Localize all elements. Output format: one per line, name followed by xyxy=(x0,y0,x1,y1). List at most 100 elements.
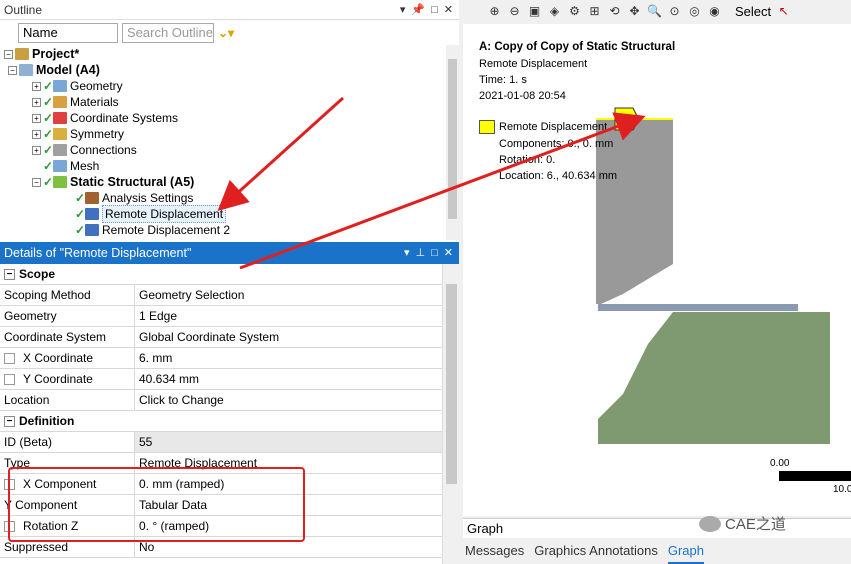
legend-swatch xyxy=(479,120,495,134)
tree-item[interactable]: + ✓ Symmetry xyxy=(32,126,124,142)
tree-node-icon xyxy=(53,96,67,108)
details-key: Location xyxy=(4,393,50,407)
details-row[interactable]: Geometry 1 Edge xyxy=(0,306,442,327)
status-check-icon: ✓ xyxy=(75,207,86,221)
expand-icon[interactable]: + xyxy=(32,97,41,107)
tree-node-icon xyxy=(15,48,29,60)
tab-messages[interactable]: Messages xyxy=(465,540,524,564)
details-scrollbar[interactable] xyxy=(442,264,459,564)
close-icon[interactable]: ✕ xyxy=(444,243,453,263)
red-highlight-box xyxy=(8,467,305,542)
tree-item[interactable]: ✓ Analysis Settings xyxy=(64,190,193,206)
pan-icon[interactable]: ✥ xyxy=(627,4,642,19)
pin-icon[interactable]: 📌 xyxy=(411,0,425,20)
details-row[interactable]: Coordinate System Global Coordinate Syste… xyxy=(0,327,442,348)
expand-icon[interactable]: + xyxy=(32,145,41,155)
details-row[interactable]: ID (Beta) 55 xyxy=(0,432,442,453)
graphics-viewport[interactable]: A: Copy of Copy of Static Structural Rem… xyxy=(463,24,851,516)
tree-item[interactable]: ✓ Mesh xyxy=(32,158,99,174)
legend-rotation: Rotation: 0. xyxy=(499,154,556,166)
search-outline-input[interactable]: Search Outline xyxy=(122,23,214,43)
tree-item-label: Static Structural (A5) xyxy=(70,175,195,189)
outline-tree: − Project* − Model (A4) + ✓ Geometry + ✓ Material… xyxy=(0,45,446,240)
status-check-icon: ✓ xyxy=(43,111,54,125)
tree-item[interactable]: + ✓ Materials xyxy=(32,94,119,110)
isometric-view-icon[interactable]: ▣ xyxy=(527,4,542,19)
name-combo[interactable]: Name xyxy=(18,23,118,43)
collapse-icon[interactable]: − xyxy=(4,268,15,280)
details-row[interactable]: Scoping Method Geometry Selection xyxy=(0,285,442,306)
status-check-icon: ✓ xyxy=(43,79,54,93)
details-row[interactable]: Location Click to Change xyxy=(0,390,442,411)
status-check-icon: ✓ xyxy=(43,159,54,173)
zoom-in-icon[interactable]: ⊕ xyxy=(487,4,502,19)
tree-item[interactable]: + ✓ Connections xyxy=(32,142,137,158)
wechat-icon xyxy=(699,515,721,532)
details-value[interactable]: 1 Edge xyxy=(135,306,442,326)
scale-min-label: 0.00 xyxy=(770,458,790,469)
select-label[interactable]: Select xyxy=(735,4,771,19)
tree-node-icon xyxy=(85,224,99,236)
zoom-fit-icon[interactable]: ◎ xyxy=(687,4,702,19)
right-pane: ⊕ ⊖ ▣ ◈ ⚙ ⊞ ⟲ ✥ 🔍 ⊙ ◎ ◉ Select ↖ A: Copy… xyxy=(459,0,851,564)
parameter-checkbox[interactable] xyxy=(4,373,15,385)
cube-icon[interactable]: ◈ xyxy=(547,4,562,19)
zoom-out-icon[interactable]: ⊖ xyxy=(507,4,522,19)
details-group-header[interactable]: − Scope xyxy=(0,264,442,285)
parameter-checkbox[interactable] xyxy=(4,352,15,364)
details-key: ID (Beta) xyxy=(4,435,53,449)
tree-item[interactable]: ✓ Remote Displacement xyxy=(64,205,227,223)
model-geometry xyxy=(596,107,830,444)
outline-title-bar: Outline ▾ 📌 □ ✕ xyxy=(0,0,459,20)
outline-scrollbar[interactable] xyxy=(446,45,459,240)
expand-icon[interactable]: + xyxy=(32,129,41,139)
details-value[interactable]: Geometry Selection xyxy=(135,285,442,305)
status-check-icon: ✓ xyxy=(43,143,54,157)
tree-item[interactable]: + ✓ Geometry xyxy=(32,78,123,94)
details-value[interactable]: 55 xyxy=(135,432,442,452)
collapse-icon[interactable]: − xyxy=(4,415,15,427)
zoom-icon[interactable]: 🔍 xyxy=(647,4,662,19)
collapse-icon[interactable]: − xyxy=(32,177,41,187)
tree-item[interactable]: + ✓ Coordinate Systems xyxy=(32,110,178,126)
tab-graph[interactable]: Graph xyxy=(667,540,704,564)
tree-item[interactable]: − ✓ Static Structural (A5) xyxy=(32,174,194,190)
frame-icon[interactable]: ⊞ xyxy=(587,4,602,19)
magnifier-icon[interactable]: ◉ xyxy=(707,4,722,19)
tree-item[interactable]: − Project* xyxy=(4,46,79,62)
details-group-header[interactable]: − Definition xyxy=(0,411,442,432)
status-check-icon: ✓ xyxy=(75,223,86,237)
expand-icon[interactable]: + xyxy=(32,81,41,91)
tree-item-label: Coordinate Systems xyxy=(70,111,179,125)
details-row[interactable]: Y Coordinate 40.634 mm xyxy=(0,369,442,390)
status-check-icon: ✓ xyxy=(43,95,54,109)
maximize-icon[interactable]: □ xyxy=(431,243,438,263)
details-value[interactable]: 40.634 mm xyxy=(135,369,442,389)
collapse-icon[interactable]: − xyxy=(8,65,17,75)
pin-icon[interactable]: ⊥ xyxy=(416,243,426,263)
details-value[interactable]: 6. mm xyxy=(135,348,442,368)
collapse-icon[interactable]: − xyxy=(4,49,13,59)
tab-graphics-annotations[interactable]: Graphics Annotations xyxy=(534,540,658,564)
close-icon[interactable]: ✕ xyxy=(444,0,453,20)
details-key: Definition xyxy=(19,414,75,428)
tree-node-icon xyxy=(53,160,67,172)
expand-icon[interactable]: + xyxy=(32,113,41,123)
tree-node-icon xyxy=(85,208,99,220)
tree-item-label: Remote Displacement 2 xyxy=(102,223,231,237)
rotate-icon[interactable]: ⟲ xyxy=(607,4,622,19)
graphics-toolbar: ⊕ ⊖ ▣ ◈ ⚙ ⊞ ⟲ ✥ 🔍 ⊙ ◎ ◉ Select ↖ xyxy=(459,0,851,22)
details-value[interactable]: Click to Change xyxy=(135,390,442,410)
left-pane: Outline ▾ 📌 □ ✕ Name Search Outline ⌄▾ −… xyxy=(0,0,459,564)
select-mode-icon[interactable]: ↖ xyxy=(776,4,791,19)
maximize-icon[interactable]: □ xyxy=(431,0,438,20)
dropdown-icon[interactable]: ▾ xyxy=(404,243,410,263)
dropdown-icon[interactable]: ▾ xyxy=(400,0,406,20)
view-options-icon[interactable]: ⚙ xyxy=(567,4,582,19)
details-row[interactable]: X Coordinate 6. mm xyxy=(0,348,442,369)
box-zoom-icon[interactable]: ⊙ xyxy=(667,4,682,19)
details-value[interactable]: Global Coordinate System xyxy=(135,327,442,347)
filter-dropdown-icon[interactable]: ⌄▾ xyxy=(218,26,234,40)
tree-item[interactable]: ✓ Remote Displacement 2 xyxy=(64,222,230,238)
tree-item[interactable]: − Model (A4) xyxy=(8,62,100,78)
